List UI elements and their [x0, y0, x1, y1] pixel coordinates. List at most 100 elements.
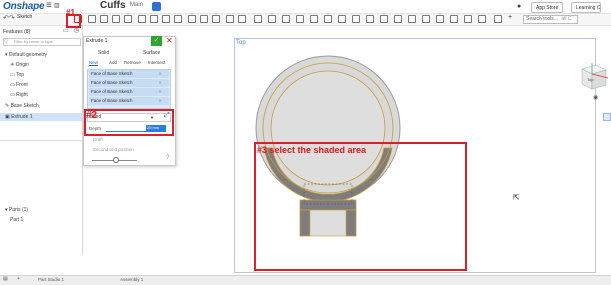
tab-part-studio[interactable]: Part Studio 1: [38, 277, 64, 282]
front-plane-item[interactable]: ▭ Front: [10, 81, 28, 89]
chamfer-tool-icon[interactable]: [150, 15, 158, 23]
loft-tool-icon[interactable]: [112, 15, 120, 23]
right-plane-label: Right: [16, 92, 28, 98]
op-new[interactable]: New: [89, 60, 99, 66]
plane-tool-icon[interactable]: [324, 15, 332, 23]
document-title[interactable]: Cuffs: [100, 0, 126, 11]
section-tool-icon[interactable]: [450, 15, 458, 23]
top-plane-item[interactable]: ▭ Top: [10, 71, 24, 79]
extrude-feature-item[interactable]: ▣ Extrude 1: [0, 113, 83, 121]
op-intersect[interactable]: Intersect: [148, 60, 165, 65]
base-sketch-label: Base Sketch: [10, 103, 39, 109]
hole-tool-icon[interactable]: [188, 15, 196, 23]
surface-tool-icon[interactable]: [408, 15, 416, 23]
features-header: Features (8): [3, 29, 31, 35]
feature-filter-input[interactable]: Filter by name or type: [3, 38, 81, 46]
face-chip-label: Face of Base Sketch: [91, 80, 133, 85]
mouse-cursor-icon: ⇱: [513, 193, 520, 202]
remove-face-icon[interactable]: ✕: [159, 71, 162, 76]
face-chip[interactable]: Face of Base Sketch ✕: [89, 97, 169, 105]
boolean-tool-icon[interactable]: [226, 15, 234, 23]
sheet-metal-tool-icon[interactable]: [380, 15, 388, 23]
feature-studio-icon[interactable]: [494, 15, 502, 23]
face-chip[interactable]: Face of Base Sketch ✕: [89, 70, 169, 78]
op-remove[interactable]: Remove: [124, 60, 141, 65]
versions-icon[interactable]: ▥: [54, 2, 60, 9]
base-sketch-item[interactable]: ✎ Base Sketch: [5, 102, 39, 110]
shell-tool-icon[interactable]: [174, 15, 182, 23]
mate-connector-tool-icon[interactable]: [338, 15, 346, 23]
move-face-tool-icon[interactable]: [296, 15, 304, 23]
wrap-tool-icon[interactable]: [422, 15, 430, 23]
parts-label: Parts (1): [8, 207, 29, 213]
measure-tool-icon[interactable]: [436, 15, 444, 23]
redo-icon[interactable]: ↷: [9, 14, 15, 22]
origin-item[interactable]: ✳ Origin: [10, 61, 29, 69]
cancel-button[interactable]: ✕: [166, 36, 173, 45]
frame-tool-icon[interactable]: [394, 15, 402, 23]
app-store-button[interactable]: App Store: [531, 2, 564, 13]
annotation-box-3: [254, 142, 467, 271]
add-tab-icon[interactable]: +: [17, 276, 20, 282]
parts-group[interactable]: ▾ Parts (1): [5, 206, 28, 214]
part-1-item[interactable]: Part 1: [10, 216, 23, 224]
history-icon[interactable]: ◷: [74, 27, 79, 34]
side-panel-icon[interactable]: [603, 113, 611, 121]
right-plane-item[interactable]: ▭ Right: [10, 91, 28, 99]
search-tools-input[interactable]: Search tools... alt C: [523, 15, 578, 24]
face-chip-label: Face of Base Sketch: [91, 71, 133, 76]
search-tools-placeholder: Search tools...: [526, 16, 558, 22]
draft-option[interactable]: Draft: [93, 137, 103, 142]
pattern-tool-icon[interactable]: [200, 15, 208, 23]
workspace-icon[interactable]: [152, 2, 161, 11]
tab-assembly[interactable]: Assembly 1: [120, 277, 143, 282]
face-chip[interactable]: Face of Base Sketch ✕: [89, 79, 169, 87]
tab-surface[interactable]: Surface: [143, 50, 160, 56]
menu-icon[interactable]: ≡: [46, 0, 52, 11]
learning-center-button[interactable]: Learning Center: [571, 2, 601, 13]
transform-tool-icon[interactable]: [254, 15, 262, 23]
onshape-logo[interactable]: Onshape: [3, 1, 45, 12]
origin-label: Origin: [15, 62, 29, 68]
thicken-tool-icon[interactable]: [124, 15, 132, 23]
annotation-box-2: [84, 109, 174, 136]
tab-list-icon[interactable]: ▤: [3, 276, 8, 282]
comment-icon[interactable]: ●: [517, 3, 521, 10]
draft-tool-icon[interactable]: [162, 15, 170, 23]
face-chip[interactable]: Face of Base Sketch ✕: [89, 88, 169, 96]
sketch-button[interactable]: Sketch: [17, 14, 32, 20]
helix-tool-icon[interactable]: [352, 15, 360, 23]
tab-solid[interactable]: Solid: [98, 50, 109, 56]
default-geometry-group[interactable]: ▾ Default geometry: [5, 51, 47, 59]
workspace-label[interactable]: Main: [130, 2, 143, 8]
variable-tool-icon[interactable]: [464, 15, 472, 23]
remove-face-icon[interactable]: ✕: [159, 80, 162, 85]
help-icon[interactable]: ?: [166, 155, 169, 161]
accept-button[interactable]: ✓: [151, 36, 162, 46]
face-chip-label: Face of Base Sketch: [91, 98, 133, 103]
remove-face-icon[interactable]: ✕: [159, 98, 162, 103]
split-tool-icon[interactable]: [238, 15, 246, 23]
replace-face-tool-icon[interactable]: [310, 15, 318, 23]
fillet-tool-icon[interactable]: [138, 15, 146, 23]
collapse-panel-icon[interactable]: ▭: [63, 27, 69, 34]
undo-icon[interactable]: ↶: [3, 14, 9, 22]
view-options-icon[interactable]: ◉: [593, 94, 598, 101]
curve-tool-icon[interactable]: [366, 15, 374, 23]
custom-feature-icon[interactable]: [478, 15, 486, 23]
opacity-slider-handle[interactable]: [113, 157, 119, 163]
mirror-tool-icon[interactable]: [212, 15, 220, 23]
annotation-step-1: #1: [66, 8, 75, 17]
modify-fillet-tool-icon[interactable]: [282, 15, 290, 23]
second-end-option[interactable]: Second end position: [93, 147, 134, 152]
view-cube-face-label: Top: [587, 77, 594, 82]
add-tool-icon[interactable]: +: [508, 14, 512, 21]
remove-face-icon[interactable]: ✕: [159, 89, 162, 94]
delete-part-tool-icon[interactable]: [268, 15, 276, 23]
sweep-tool-icon[interactable]: [100, 15, 108, 23]
view-cube[interactable]: Top: [576, 61, 610, 91]
op-add[interactable]: Add: [109, 60, 117, 65]
bottom-tab-bar: [0, 275, 611, 285]
revolve-tool-icon[interactable]: [88, 15, 96, 23]
feature-list-divider[interactable]: [0, 140, 83, 141]
